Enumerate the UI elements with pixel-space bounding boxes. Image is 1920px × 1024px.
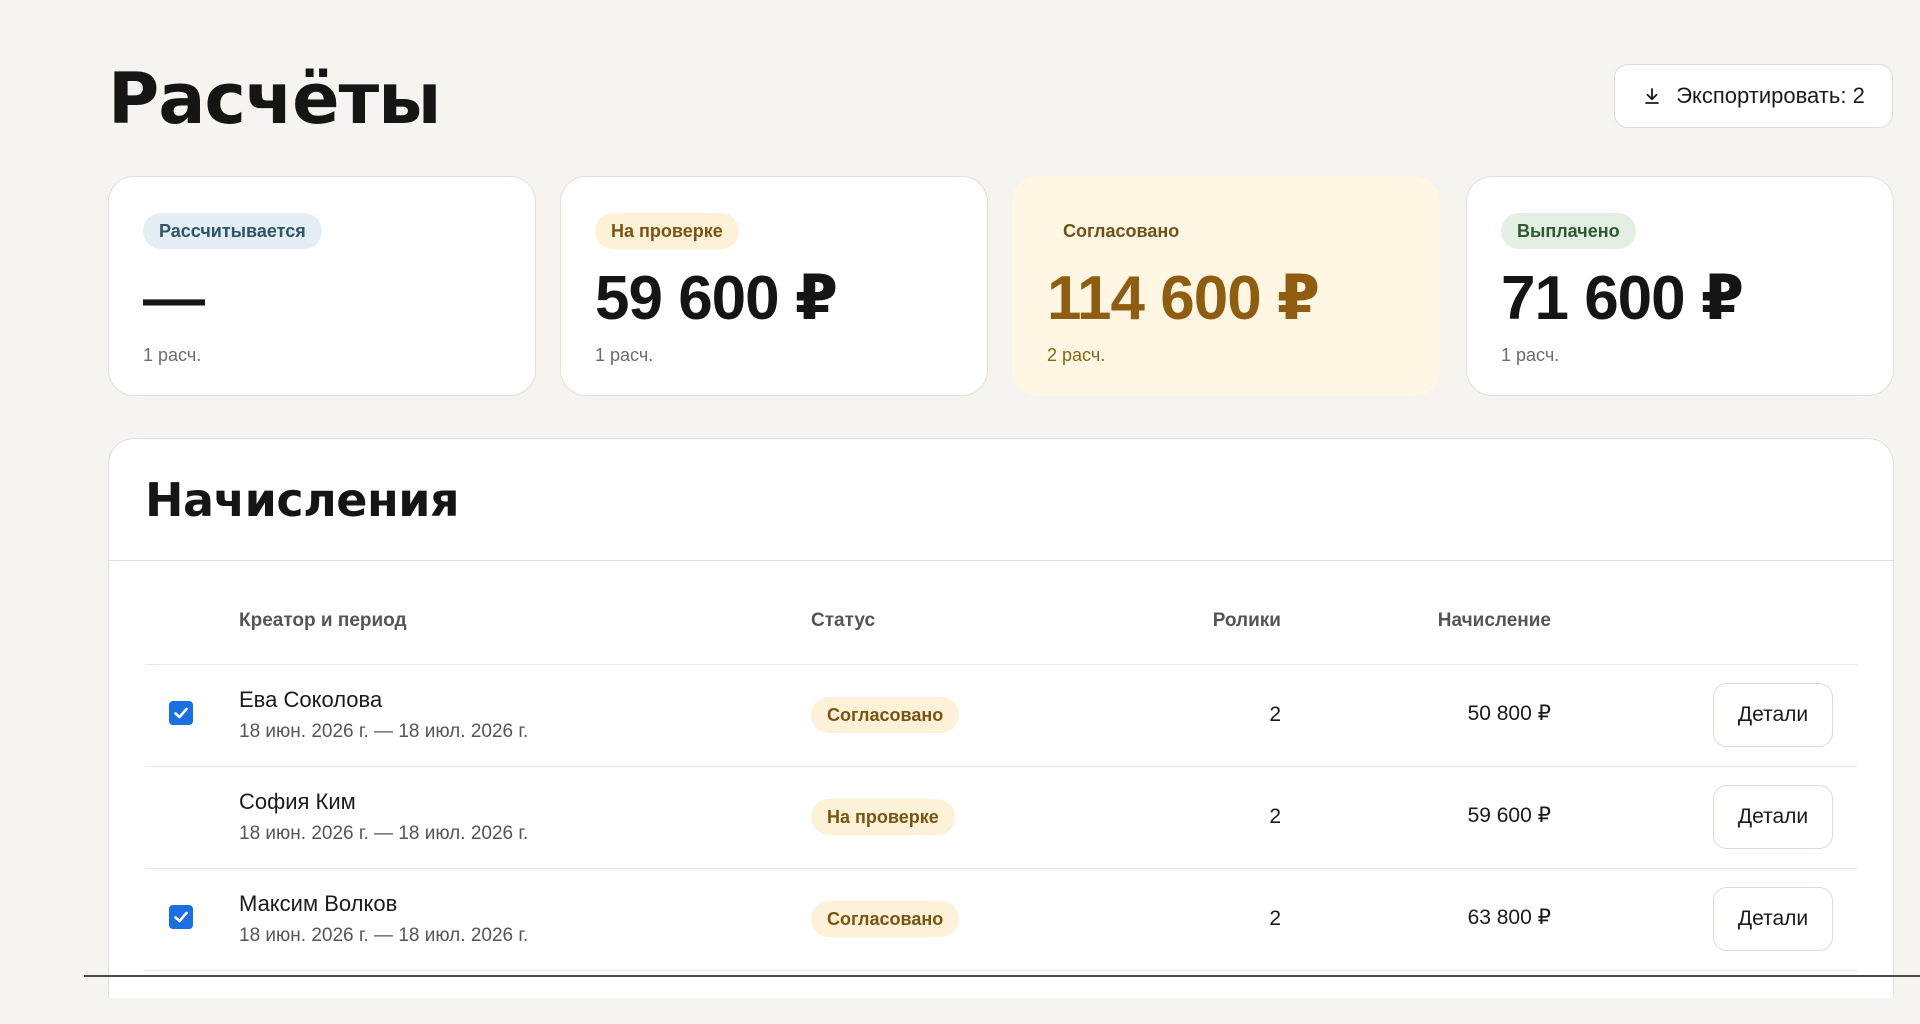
creator-name: София Ким [239, 789, 356, 814]
creator-period: 18 июн. 2026 г. — 18 июл. 2026 г. [239, 721, 529, 742]
card-value: — [143, 264, 205, 333]
accrual-amount: 63 800 ₽ [1467, 906, 1551, 929]
download-icon [1645, 88, 1660, 104]
creator-name: Ева Соколова [239, 687, 383, 712]
payments-page: Расчёты Экспортировать: 2 Рассчитывается… [0, 0, 1920, 1024]
export-button-label: Экспортировать: 2 [1676, 83, 1865, 108]
videos-count: 2 [1269, 907, 1281, 930]
creator-name: Максим Волков [239, 891, 398, 916]
table-row[interactable]: Ева Соколова 18 июн. 2026 г. — 18 июл. 2… [145, 665, 1857, 767]
accrual-amount: 59 600 ₽ [1467, 804, 1551, 827]
column-header-status[interactable]: Статус [811, 609, 875, 633]
status-badge: На проверке [811, 799, 955, 835]
row-checkbox[interactable] [169, 905, 193, 929]
export-button[interactable]: Экспортировать: 2 [1614, 64, 1893, 128]
status-badge: Рассчитывается [143, 213, 322, 249]
row-checkbox[interactable] [169, 701, 193, 725]
card-value: 114 600 ₽ [1047, 264, 1320, 333]
videos-count: 2 [1269, 703, 1281, 726]
status-badge: На проверке [595, 213, 739, 249]
column-header-videos[interactable]: Ролики [1213, 609, 1281, 633]
column-header-creator[interactable]: Креатор и период [239, 609, 407, 633]
column-header-amount[interactable]: Начисление [1438, 609, 1551, 633]
check-icon [174, 707, 188, 719]
card-count: 1 расч. [143, 345, 202, 365]
videos-count: 2 [1269, 805, 1281, 828]
details-button[interactable]: Детали [1713, 887, 1833, 951]
accruals-table: Креатор и период Статус Ролики Начислени… [145, 609, 1857, 971]
table-row[interactable]: Максим Волков 18 июн. 2026 г. — 18 июл. … [145, 869, 1857, 971]
page-title: Расчёты [108, 58, 441, 140]
details-button[interactable]: Детали [1713, 683, 1833, 747]
card-value: 59 600 ₽ [595, 264, 838, 333]
accruals-title: Начисления [109, 439, 1893, 561]
card-count: 1 расч. [1501, 345, 1560, 365]
creator-period: 18 июн. 2026 г. — 18 июл. 2026 г. [239, 925, 529, 946]
status-badge: Согласовано [811, 901, 960, 937]
summary-card-review[interactable]: На проверке 59 600 ₽ 1 расч. [560, 176, 988, 396]
summary-cards: Рассчитывается — 1 расч. На проверке 59 … [108, 176, 1894, 396]
summary-card-calculating[interactable]: Рассчитывается — 1 расч. [108, 176, 536, 396]
card-count: 2 расч. [1047, 345, 1106, 365]
card-value: 71 600 ₽ [1501, 264, 1744, 333]
creator-period: 18 июн. 2026 г. — 18 июл. 2026 г. [239, 823, 529, 844]
check-icon [174, 911, 188, 923]
accrual-amount: 50 800 ₽ [1467, 702, 1551, 725]
status-badge: Согласовано [1063, 221, 1180, 241]
table-header: Креатор и период Статус Ролики Начислени… [145, 609, 1857, 665]
card-count: 1 расч. [595, 345, 654, 365]
table-row[interactable]: София Ким 18 июн. 2026 г. — 18 июл. 2026… [145, 767, 1857, 869]
accruals-panel: Начисления Креатор и период Статус Ролик… [108, 438, 1894, 998]
status-badge: Выплачено [1501, 213, 1636, 249]
summary-card-paid[interactable]: Выплачено 71 600 ₽ 1 расч. [1466, 176, 1894, 396]
status-badge: Согласовано [811, 697, 960, 733]
bottom-divider [84, 975, 1920, 977]
summary-card-approved[interactable]: Согласовано 114 600 ₽ 2 расч. [1012, 176, 1440, 396]
details-button[interactable]: Детали [1713, 785, 1833, 849]
